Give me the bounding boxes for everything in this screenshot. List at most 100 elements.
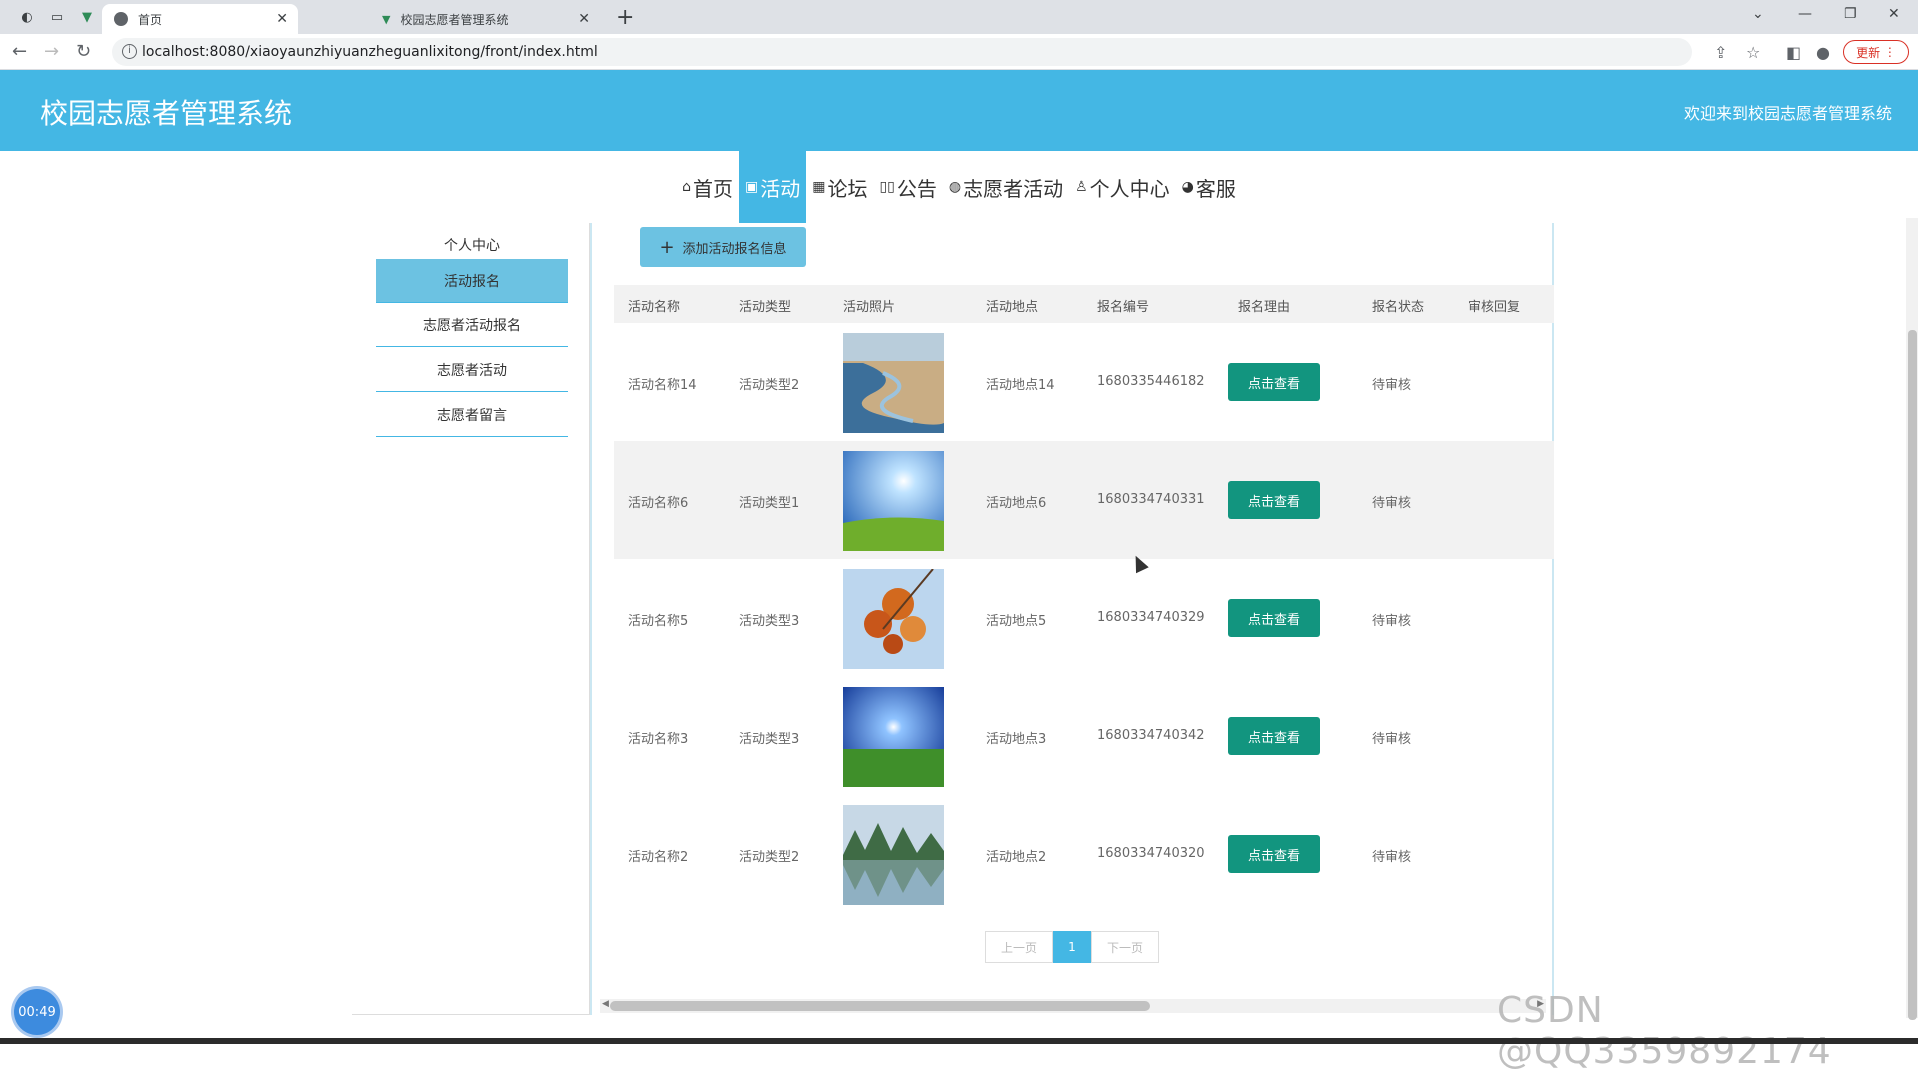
close-tab-icon[interactable]: ✕ xyxy=(578,11,590,27)
update-button[interactable]: 更新 ⋮ xyxy=(1843,40,1909,64)
activity-photo xyxy=(843,333,944,433)
url-field[interactable]: i localhost:8080/xiaoyaunzhiyuanzheguanl… xyxy=(112,38,1692,66)
tab-label: 首页 xyxy=(138,12,163,27)
next-page-button[interactable]: 下一页 xyxy=(1091,931,1159,963)
table-row: 活动名称14 活动类型2 活动地点14 1680335446182 点击查看 待… xyxy=(614,323,1554,441)
page-number-label: 1 xyxy=(1068,940,1076,954)
nav-customer-service[interactable]: ◕ 客服 xyxy=(1176,151,1242,223)
minimize-icon[interactable]: — xyxy=(1798,6,1812,22)
close-window-icon[interactable]: ✕ xyxy=(1888,6,1900,22)
nav-notice[interactable]: ▯▯ 公告 xyxy=(873,151,942,223)
table-header: 活动名称 活动类型 活动照片 活动地点 报名编号 报名理由 报名状态 审核回复 xyxy=(614,285,1554,323)
table-row: 活动名称2 活动类型2 活动地点2 1680334740320 点击查看 待审核 xyxy=(614,795,1554,913)
nav-label: 个人中心 xyxy=(1089,176,1170,201)
vertical-scrollbar[interactable] xyxy=(1906,218,1918,1020)
sidebar-item-label: 志愿者留言 xyxy=(437,407,507,424)
nav-home[interactable]: ⌂ 首页 xyxy=(676,151,739,223)
home-icon: ⌂ xyxy=(682,179,691,195)
view-button-label: 点击查看 xyxy=(1247,494,1300,510)
nav-personal-center[interactable]: ♙ 个人中心 xyxy=(1069,151,1176,223)
url-text: localhost:8080/xiaoyaunzhiyuanzheguanlix… xyxy=(142,44,598,60)
cell-signup-status: 待审核 xyxy=(1372,378,1412,393)
nav-volunteer-activity[interactable]: ◍ 志愿者活动 xyxy=(943,151,1069,223)
side-panel-icon[interactable]: ◧ xyxy=(1786,43,1801,62)
cell-activity-name: 活动名称5 xyxy=(628,614,689,629)
page-number-button[interactable]: 1 xyxy=(1053,931,1091,963)
column-header: 审核回复 xyxy=(1468,300,1521,315)
cell-activity-type: 活动类型2 xyxy=(739,850,800,865)
back-icon[interactable]: ← xyxy=(12,41,27,62)
cell-activity-place: 活动地点3 xyxy=(986,732,1047,747)
restore-icon[interactable]: ❐ xyxy=(1844,6,1857,22)
share-icon[interactable]: ⇪ xyxy=(1714,43,1727,62)
pinned-tab-vue-icon[interactable]: ▼ xyxy=(78,8,96,26)
nav-forum[interactable]: ▦ 论坛 xyxy=(806,151,873,223)
user-icon: ♙ xyxy=(1075,179,1088,195)
taskbar-edge xyxy=(0,1038,1918,1044)
nav-label: 活动 xyxy=(760,176,801,201)
column-header: 活动地点 xyxy=(986,300,1039,315)
pinned-tab-globe-icon[interactable]: ◐ xyxy=(18,8,36,26)
cell-signup-status: 待审核 xyxy=(1372,732,1412,747)
sidebar-item-volunteer-message[interactable]: 志愿者留言 xyxy=(376,393,568,437)
sidebar-item-label: 志愿者活动报名 xyxy=(423,317,521,334)
sidebar-item-volunteer-signup[interactable]: 志愿者活动报名 xyxy=(376,303,568,347)
new-tab-icon[interactable]: + xyxy=(616,5,634,30)
update-label: 更新 xyxy=(1856,45,1881,60)
view-button-label: 点击查看 xyxy=(1247,612,1300,628)
cell-activity-name: 活动名称6 xyxy=(628,496,689,511)
view-reason-button[interactable]: 点击查看 xyxy=(1228,835,1320,873)
horizontal-scroll-thumb[interactable] xyxy=(610,1001,1150,1011)
horizontal-scrollbar[interactable]: ◀ ▶ xyxy=(600,999,1546,1013)
cell-activity-type: 活动类型3 xyxy=(739,614,800,629)
table-row: 活动名称6 活动类型1 活动地点6 1680334740331 点击查看 待审核 xyxy=(614,441,1554,559)
column-header: 报名状态 xyxy=(1372,300,1425,315)
view-button-label: 点击查看 xyxy=(1247,376,1300,392)
table-row: 活动名称3 活动类型3 活动地点3 1680334740342 点击查看 待审核 xyxy=(614,677,1554,795)
sidebar-item-label: 活动报名 xyxy=(444,273,500,290)
close-tab-icon[interactable]: ✕ xyxy=(276,11,288,27)
cell-signup-number: 1680334740342 xyxy=(1097,728,1205,743)
table-row: 活动名称5 活动类型3 活动地点5 1680334740329 点击查看 待审核 xyxy=(614,559,1554,677)
vertical-scroll-thumb[interactable] xyxy=(1908,330,1917,1020)
plus-icon: + xyxy=(659,236,675,258)
view-reason-button[interactable]: 点击查看 xyxy=(1228,717,1320,755)
bookmark-star-icon[interactable]: ☆ xyxy=(1746,43,1760,62)
cell-signup-status: 待审核 xyxy=(1372,614,1412,629)
pinned-tab-blank-icon[interactable]: ▭ xyxy=(48,8,66,26)
column-header: 活动类型 xyxy=(739,300,792,315)
reload-icon[interactable]: ↻ xyxy=(76,41,91,62)
service-icon: ◕ xyxy=(1181,179,1194,195)
pagination: 上一页 1 下一页 xyxy=(985,931,1159,963)
column-header: 报名编号 xyxy=(1097,300,1150,315)
view-button-label: 点击查看 xyxy=(1247,848,1300,864)
nav-label: 首页 xyxy=(693,176,733,201)
sidebar-item-activity-signup[interactable]: 活动报名 xyxy=(376,259,568,303)
site-info-icon[interactable]: i xyxy=(122,44,137,59)
tab-search-icon[interactable]: ⌄ xyxy=(1752,6,1764,22)
browser-tab-bar: ◐ ▭ ▼ 首页 ✕ ▼ 校园志愿者管理系统 ✕ + ⌄ — ❐ ✕ xyxy=(0,0,1918,34)
prev-page-button[interactable]: 上一页 xyxy=(985,931,1053,963)
view-button-label: 点击查看 xyxy=(1247,730,1300,746)
profile-icon[interactable]: ● xyxy=(1816,43,1830,62)
globe-icon xyxy=(114,12,128,26)
view-reason-button[interactable]: 点击查看 xyxy=(1228,599,1320,637)
nav-label: 客服 xyxy=(1195,176,1236,201)
tab-home[interactable]: 首页 ✕ xyxy=(102,4,298,34)
cell-activity-name: 活动名称2 xyxy=(628,850,689,865)
nav-activity[interactable]: ▣ 活动 xyxy=(739,151,807,223)
view-reason-button[interactable]: 点击查看 xyxy=(1228,481,1320,519)
tab-system[interactable]: ▼ 校园志愿者管理系统 ✕ xyxy=(370,4,600,34)
cell-signup-status: 待审核 xyxy=(1372,496,1412,511)
cell-signup-number: 1680335446182 xyxy=(1097,374,1205,389)
view-reason-button[interactable]: 点击查看 xyxy=(1228,363,1320,401)
add-signup-button[interactable]: + 添加活动报名信息 xyxy=(640,227,806,267)
vue-icon: ▼ xyxy=(382,12,391,26)
forward-icon[interactable]: → xyxy=(44,41,59,62)
scroll-left-icon[interactable]: ◀ xyxy=(602,999,609,1009)
sidebar-item-volunteer-activity[interactable]: 志愿者活动 xyxy=(376,348,568,392)
activity-photo xyxy=(843,451,944,551)
palette-icon: ◍ xyxy=(948,179,962,195)
nav-label: 志愿者活动 xyxy=(963,176,1064,201)
column-header: 活动照片 xyxy=(843,300,896,315)
